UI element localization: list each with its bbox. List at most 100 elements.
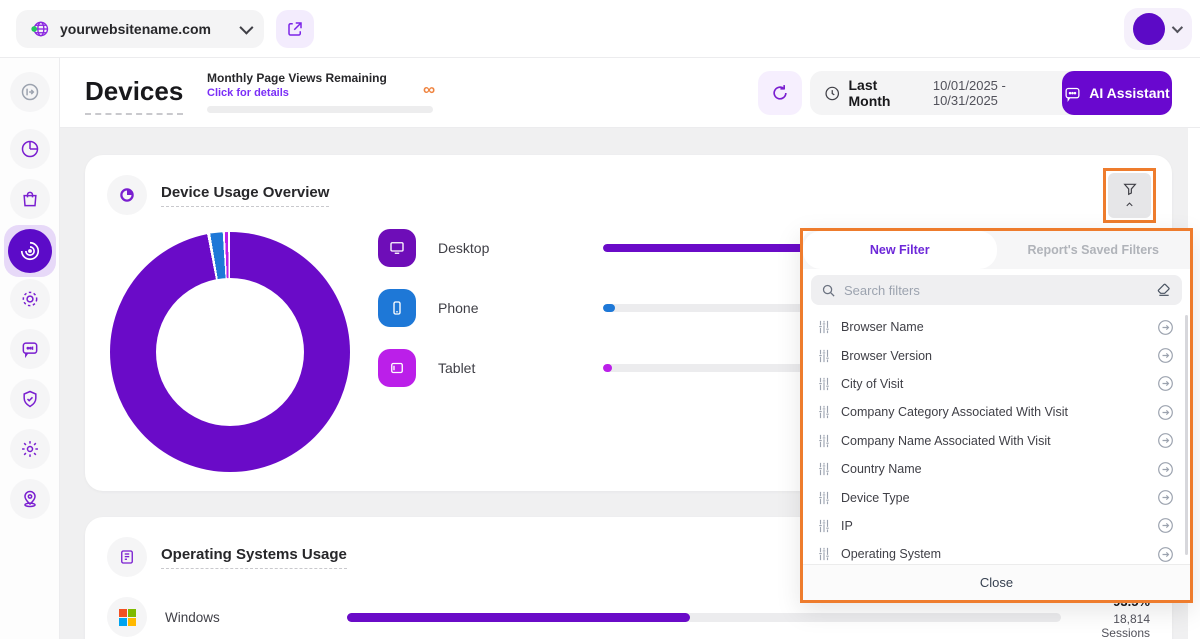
date-range-value: 10/01/2025 - 10/31/2025 <box>933 78 1070 108</box>
quota-block: Monthly Page Views Remaining Click for d… <box>207 71 437 113</box>
sidebar-item-settings[interactable] <box>10 429 50 469</box>
website-selector[interactable]: yourwebsitename.com <box>16 10 264 48</box>
filter-panel: New Filter Report's Saved Filters Browse… <box>800 228 1193 603</box>
sliders-icon <box>817 519 831 533</box>
sliders-icon <box>817 377 831 391</box>
sliders-icon <box>817 547 831 561</box>
funnel-icon <box>1122 181 1138 197</box>
tablet-icon <box>378 349 416 387</box>
sidebar-item-visitors[interactable] <box>10 279 50 319</box>
os-label: Windows <box>165 610 325 625</box>
arrow-right-circle-icon[interactable] <box>1157 517 1174 534</box>
os-sessions: 18,814 Sessions <box>1061 612 1150 639</box>
refresh-button[interactable] <box>758 71 802 115</box>
sidebar-item-dashboard[interactable] <box>10 129 50 169</box>
arrow-right-circle-icon[interactable] <box>1157 432 1174 449</box>
chevron-down-icon <box>239 21 253 35</box>
filter-close-button[interactable]: Close <box>803 564 1190 600</box>
refresh-icon <box>770 83 790 103</box>
arrow-right-circle-icon[interactable] <box>1157 319 1174 336</box>
search-icon <box>821 283 836 298</box>
eraser-icon <box>1156 282 1172 298</box>
arrow-right-circle-icon[interactable] <box>1157 404 1174 421</box>
document-icon <box>107 537 147 577</box>
sliders-icon <box>817 434 831 448</box>
arrow-right-circle-icon[interactable] <box>1157 489 1174 506</box>
arrow-right-circle-icon[interactable] <box>1157 375 1174 392</box>
filter-list: Browser Name Browser Version City of Vis… <box>803 309 1190 564</box>
website-globe-icon <box>30 19 50 39</box>
arrow-right-circle-icon[interactable] <box>1157 546 1174 563</box>
sidebar-item-communication[interactable] <box>10 329 50 369</box>
quota-label: Monthly Page Views Remaining <box>207 71 437 85</box>
chevron-up-icon <box>1124 199 1135 210</box>
page-title: Devices <box>85 76 183 115</box>
filter-search <box>811 275 1182 305</box>
arrow-right-circle-icon[interactable] <box>1157 347 1174 364</box>
ai-assistant-label: AI Assistant <box>1089 85 1169 101</box>
arrow-right-circle-icon[interactable] <box>1157 461 1174 478</box>
sidebar-item-expand[interactable] <box>10 72 50 112</box>
tab-saved-filters[interactable]: Report's Saved Filters <box>997 231 1191 269</box>
filter-item-browser-name[interactable]: Browser Name <box>803 313 1190 341</box>
website-name: yourwebsitename.com <box>60 21 240 37</box>
legend-label: Tablet <box>438 360 603 376</box>
chevron-down-icon <box>1172 22 1183 33</box>
sliders-icon <box>817 462 831 476</box>
filter-item-operating-system[interactable]: Operating System <box>803 540 1190 564</box>
pie-chart-icon <box>20 139 40 159</box>
desktop-icon <box>378 229 416 267</box>
shopping-bag-icon <box>20 189 40 209</box>
sidebar <box>0 58 60 639</box>
page-header: Devices Monthly Page Views Remaining Cli… <box>60 58 1200 128</box>
filter-item-company-category[interactable]: Company Category Associated With Visit <box>803 398 1190 426</box>
search-input[interactable] <box>844 283 1148 298</box>
sidebar-item-location[interactable] <box>10 479 50 519</box>
phone-icon <box>378 289 416 327</box>
donut-chart-icon <box>107 175 147 215</box>
shield-check-icon <box>20 389 40 409</box>
gear-icon <box>20 439 40 459</box>
filter-item-ip[interactable]: IP <box>803 512 1190 540</box>
account-menu[interactable] <box>1124 8 1192 50</box>
radar-icon <box>8 229 52 273</box>
date-range-selector[interactable]: Last Month 10/01/2025 - 10/31/2025 <box>810 71 1100 115</box>
device-donut-chart[interactable] <box>110 232 350 472</box>
filter-button[interactable] <box>1108 173 1151 218</box>
sliders-icon <box>817 405 831 419</box>
windows-usage-bar <box>347 613 1061 622</box>
expand-sidebar-icon <box>20 82 40 102</box>
sidebar-item-privacy[interactable] <box>10 379 50 419</box>
infinity-icon: ∞ <box>423 80 435 100</box>
clock-icon <box>824 85 840 102</box>
filter-tabs: New Filter Report's Saved Filters <box>803 231 1190 269</box>
topbar: yourwebsitename.com <box>0 0 1200 58</box>
filter-item-company-name[interactable]: Company Name Associated With Visit <box>803 427 1190 455</box>
os-card-title: Operating Systems Usage <box>161 546 347 569</box>
filter-item-browser-version[interactable]: Browser Version <box>803 341 1190 369</box>
filter-item-device-type[interactable]: Device Type <box>803 483 1190 511</box>
sliders-icon <box>817 491 831 505</box>
filter-button-highlight <box>1103 168 1156 223</box>
filter-item-city-of-visit[interactable]: City of Visit <box>803 370 1190 398</box>
quota-details-link[interactable]: Click for details <box>207 87 437 99</box>
legend-label: Phone <box>438 300 603 316</box>
sliders-icon <box>817 349 831 363</box>
ai-assistant-button[interactable]: AI Assistant <box>1062 71 1172 115</box>
sidebar-item-behaviour-active[interactable] <box>4 225 56 277</box>
windows-logo-icon <box>107 597 147 637</box>
quota-progress-bar <box>207 106 433 113</box>
filter-list-scrollbar[interactable] <box>1185 315 1188 555</box>
external-link-icon <box>286 20 304 38</box>
chat-bubble-icon <box>20 339 40 359</box>
sidebar-item-ecommerce[interactable] <box>10 179 50 219</box>
filter-item-country-name[interactable]: Country Name <box>803 455 1190 483</box>
date-preset-label: Last Month <box>848 77 920 109</box>
avatar <box>1133 13 1165 45</box>
device-card-title: Device Usage Overview <box>161 184 329 207</box>
tab-new-filter[interactable]: New Filter <box>803 231 997 269</box>
sliders-icon <box>817 320 831 334</box>
open-website-button[interactable] <box>276 10 314 48</box>
chat-ai-icon <box>1064 85 1081 102</box>
map-pin-icon <box>20 489 40 509</box>
